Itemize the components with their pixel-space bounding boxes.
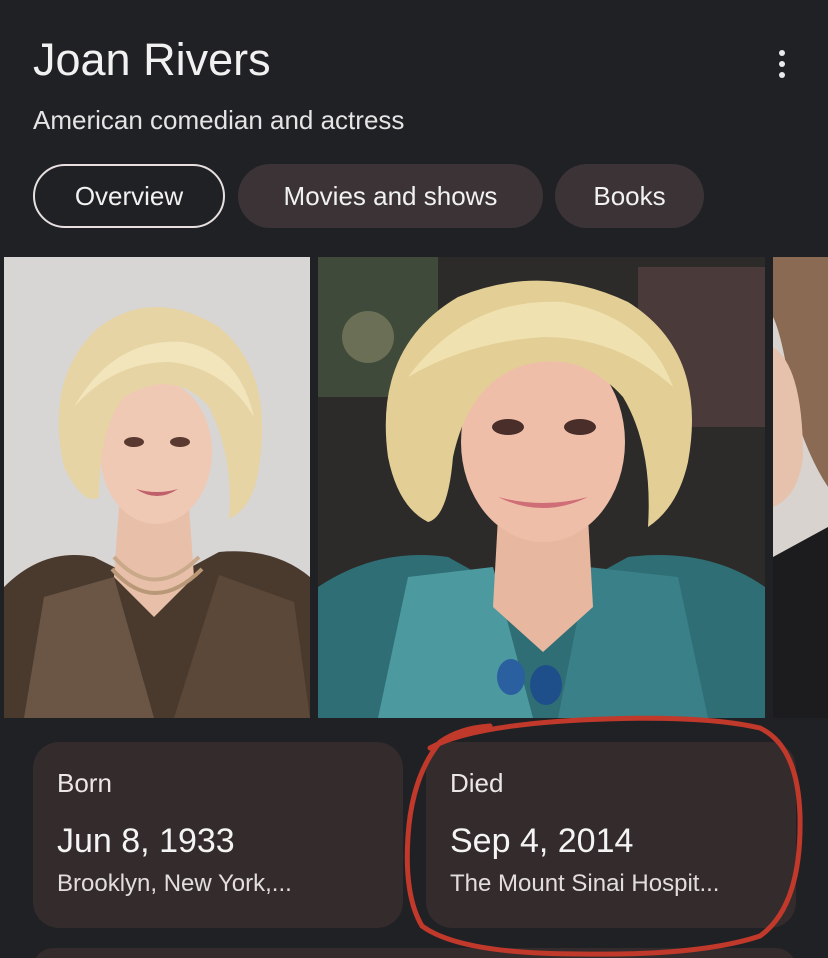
born-date: Jun 8, 1933 [57, 822, 235, 860]
portrait-photo [318, 257, 765, 718]
portrait-photo [4, 257, 310, 718]
more-vert-icon-dot [779, 61, 785, 67]
more-vert-icon-dot [779, 72, 785, 78]
tab-overview[interactable]: Overview [33, 164, 225, 228]
died-place: The Mount Sinai Hospit... [450, 870, 720, 897]
photo-3[interactable] [773, 257, 828, 718]
photo-2[interactable] [318, 257, 765, 718]
photo-1[interactable] [4, 257, 310, 718]
born-place: Brooklyn, New York,... [57, 870, 292, 897]
born-card[interactable]: Born Jun 8, 1933 Brooklyn, New York,... [33, 742, 403, 928]
portrait-photo-partial [773, 257, 828, 718]
knowledge-panel: Joan Rivers American comedian and actres… [0, 0, 828, 958]
entity-title: Joan Rivers [33, 34, 271, 85]
tab-books[interactable]: Books [555, 164, 704, 228]
tab-movies-and-shows[interactable]: Movies and shows [238, 164, 543, 228]
died-card[interactable]: Died Sep 4, 2014 The Mount Sinai Hospit.… [426, 742, 796, 928]
more-options-button[interactable] [764, 44, 800, 84]
next-card-partial [33, 948, 796, 958]
entity-description: American comedian and actress [33, 105, 405, 135]
died-label: Died [450, 768, 504, 798]
died-date: Sep 4, 2014 [450, 822, 634, 860]
more-vert-icon [779, 50, 785, 56]
born-label: Born [57, 768, 112, 798]
